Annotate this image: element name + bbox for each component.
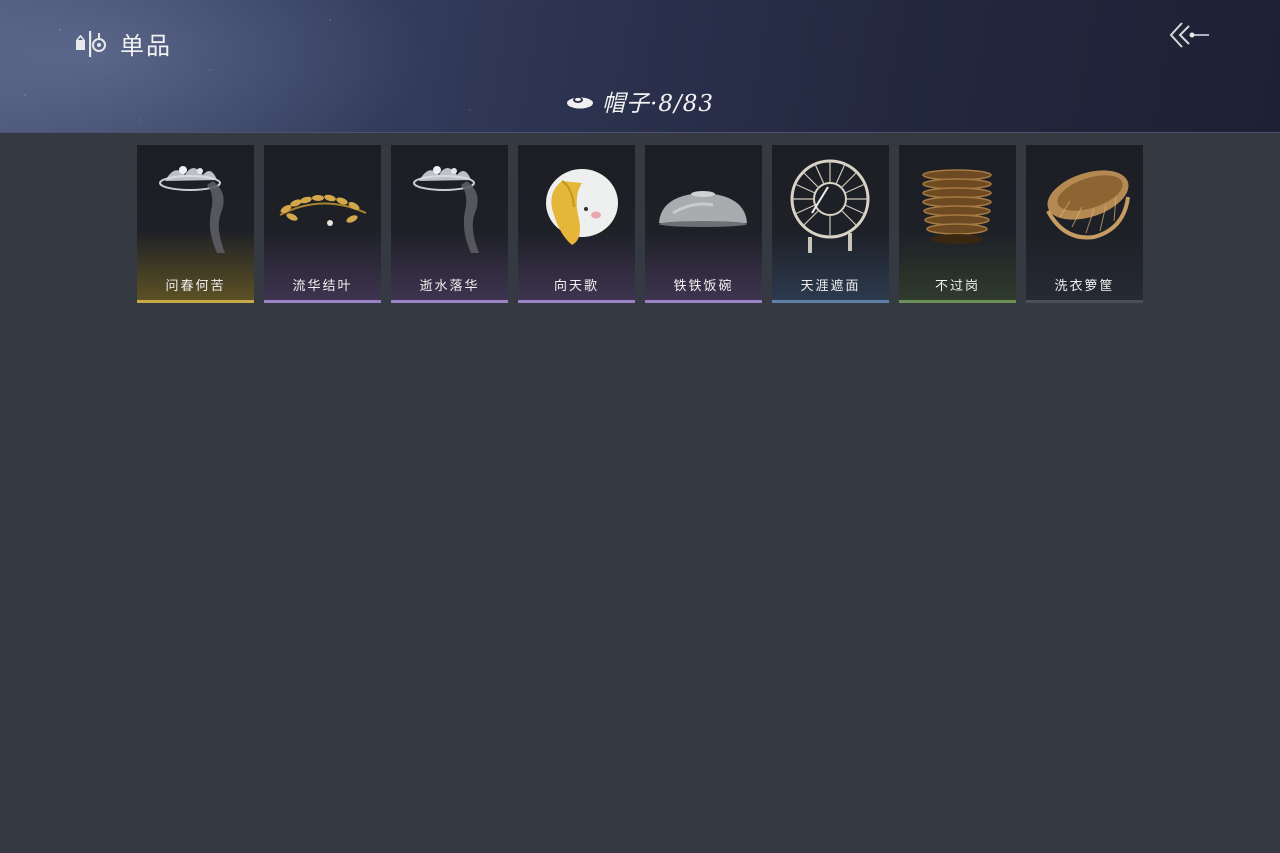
page-title: 单品	[120, 32, 172, 60]
item-card[interactable]: 洗衣箩筐	[1026, 145, 1143, 303]
item-card[interactable]: 问春何苦	[137, 145, 254, 303]
item-name: 问春何苦	[165, 279, 226, 294]
wardrobe-icon	[76, 30, 106, 57]
metal-bowl-icon	[659, 191, 747, 227]
item-name: 洗衣箩筐	[1054, 279, 1115, 294]
category-group: 帽子·8/83	[0, 84, 1280, 118]
header-bar: 单品 帽子·8/83	[0, 0, 1280, 133]
item-card[interactable]: 流华结叶	[264, 145, 381, 303]
duck-hat-icon	[546, 169, 618, 245]
item-card[interactable]: 天涯遮面	[772, 145, 889, 303]
item-name: 铁铁饭碗	[673, 279, 734, 294]
item-card[interactable]: 向天歌	[518, 145, 635, 303]
item-card[interactable]: 铁铁饭碗	[645, 145, 762, 303]
item-name: 天涯遮面	[800, 279, 861, 294]
stacked-bowls-icon	[922, 169, 992, 244]
item-card[interactable]: 不过岗	[899, 145, 1016, 303]
item-name: 向天歌	[553, 279, 599, 294]
veiled-crown-icon	[413, 166, 479, 253]
golden-laurel-icon	[279, 194, 367, 226]
item-name: 流华结叶	[292, 279, 353, 294]
category-label: 帽子·8/83	[602, 91, 714, 117]
back-button[interactable]	[1166, 18, 1212, 52]
wicker-basket-icon	[1046, 170, 1130, 240]
item-name: 逝水落华	[419, 279, 480, 294]
item-card[interactable]: 逝水落华	[391, 145, 508, 303]
item-grid: 问春何苦 流华结叶 逝水落华 向天歌 铁铁饭碗 天涯遮面 不过岗 洗衣箩筐	[137, 145, 1143, 303]
veiled-crown-icon	[159, 166, 225, 253]
hat-icon	[567, 97, 594, 109]
woven-sunhat-icon	[790, 159, 870, 253]
item-name: 不过岗	[934, 279, 980, 294]
title-group: 单品	[74, 26, 172, 61]
